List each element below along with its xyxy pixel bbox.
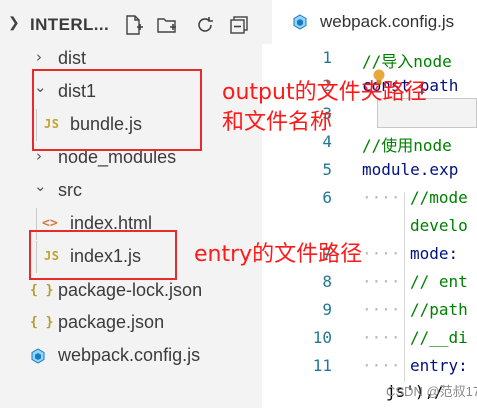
code-line-7: mode: (410, 244, 468, 263)
line-number: 11 (312, 356, 332, 375)
code-line-8: // ent (410, 272, 468, 291)
tab-label: webpack.config.js (320, 12, 455, 31)
code-line-9: //path (410, 300, 468, 319)
code-line-4: //使用node (362, 136, 452, 155)
refresh-icon[interactable] (194, 14, 216, 36)
indent-guide (404, 192, 405, 382)
collapse-all-icon[interactable] (228, 14, 250, 36)
html-file-icon: <> (42, 216, 58, 231)
new-file-icon[interactable] (122, 14, 144, 36)
json-file-icon: { } (30, 315, 54, 330)
code-line-10: //__di (410, 328, 468, 347)
tab-webpack-config[interactable]: webpack.config.js (272, 0, 477, 44)
code-line-11: entry: (410, 356, 468, 375)
webpack-icon (293, 14, 307, 30)
explorer-title: INTERL... (30, 15, 110, 34)
chevron-right-icon: › (36, 48, 42, 66)
tree-item-package-json[interactable]: { } package.json (0, 307, 262, 339)
tree-item-webpack-config-js[interactable]: webpack.config.js (0, 340, 262, 372)
webpack-icon (31, 348, 45, 364)
annotation-box-entry (29, 230, 177, 280)
new-folder-icon[interactable] (156, 14, 178, 36)
line-number: 8 (322, 272, 332, 291)
line-number: 9 (322, 300, 332, 319)
annotation-filename-label: 和文件名称 (222, 110, 333, 135)
annotation-entry-label: entry的文件路径 (194, 242, 363, 267)
code-line-6-wrap: develo (410, 216, 468, 235)
json-file-icon: { } (30, 283, 54, 298)
explorer-sidebar: ❯ INTERL... › dist ⌄ dist1 JS bundle.js … (0, 0, 262, 408)
editor-pane[interactable]: webpack.config.js 1 2 3 4 5 6 7 8 9 10 1… (262, 0, 477, 408)
chevron-down-icon: ⌄ (34, 177, 47, 195)
chevron-down-icon[interactable]: ❯ (8, 14, 20, 31)
tree-item-src[interactable]: ⌄ src (0, 175, 262, 207)
line-number: 10 (312, 328, 332, 347)
watermark: CSDN @范叔173 (386, 384, 477, 399)
line-number: 5 (322, 160, 332, 179)
code-line-6: //mode (410, 188, 468, 207)
tab-strip: webpack.config.js (262, 0, 477, 44)
line-number: 1 (322, 48, 332, 67)
line-number: 6 (322, 188, 332, 207)
annotation-output-label: output的文件夹路径 (222, 80, 427, 105)
explorer-header[interactable]: ❯ INTERL... (0, 6, 262, 42)
code-line-5: module.exp (362, 160, 459, 179)
annotation-box-output (32, 69, 202, 151)
